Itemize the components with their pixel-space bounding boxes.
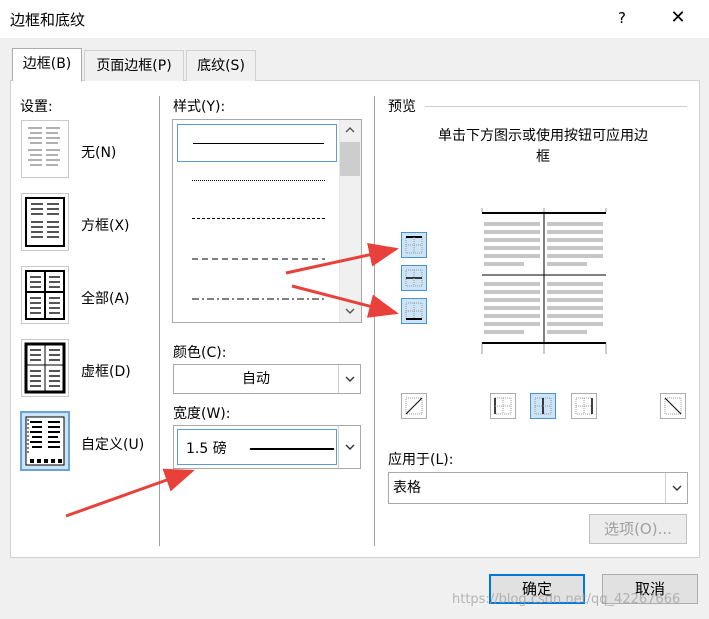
setting-all-label[interactable]: 全部(A) <box>81 288 130 308</box>
tab-shading[interactable]: 底纹(S) <box>186 50 256 81</box>
setting-grid-label[interactable]: 虚框(D) <box>81 361 131 381</box>
width-dropdown[interactable]: 1.5 磅 <box>173 425 361 469</box>
width-label: 宽度(W): <box>173 406 231 422</box>
tab-borders[interactable]: 边框(B) <box>12 48 82 81</box>
chevron-down-icon[interactable] <box>665 473 687 503</box>
scroll-thumb[interactable] <box>340 142 360 176</box>
preview-rule <box>425 106 687 107</box>
top-border-icon[interactable] <box>401 232 427 258</box>
left-border-icon[interactable] <box>490 393 516 419</box>
preview-instruction: 单击下方图示或使用按钮可应用边框 <box>438 128 648 165</box>
setting-none-label[interactable]: 无(N) <box>81 142 116 162</box>
style-list[interactable] <box>172 119 362 323</box>
diagonal-down-icon[interactable] <box>401 393 427 419</box>
apply-to-label: 应用于(L): <box>388 452 454 468</box>
color-dropdown[interactable]: 自动 <box>173 364 361 394</box>
apply-to-dropdown[interactable]: 表格 <box>388 472 688 504</box>
setting-heading: 设置: <box>20 99 53 115</box>
apply-to-value: 表格 <box>393 480 421 496</box>
color-label: 颜色(C): <box>173 345 227 361</box>
inside-vertical-border-icon[interactable] <box>530 393 556 419</box>
right-border-icon[interactable] <box>571 393 597 419</box>
diagonal-up-icon[interactable] <box>660 393 686 419</box>
style-label: 样式(Y): <box>173 99 226 115</box>
style-option-solid[interactable] <box>177 124 337 162</box>
preview-heading: 预览 <box>388 99 416 115</box>
options-button[interactable]: 选项(O)... <box>589 514 687 544</box>
preview-diagram[interactable] <box>480 208 610 354</box>
setting-box-icon[interactable] <box>21 193 69 251</box>
dialog-title: 边框和底纹 <box>10 11 86 29</box>
width-value: 1.5 磅 <box>186 441 227 457</box>
scroll-down-icon[interactable] <box>340 303 360 319</box>
help-button[interactable]: ? <box>606 2 638 34</box>
style-option-dashed[interactable] <box>177 240 337 278</box>
bottom-border-icon[interactable] <box>401 298 427 324</box>
separator <box>374 96 375 546</box>
chevron-down-icon[interactable] <box>338 426 360 468</box>
close-button[interactable]: ✕ <box>660 2 696 34</box>
tab-page-borders[interactable]: 页面边框(P) <box>84 50 184 81</box>
scroll-up-icon[interactable] <box>340 122 360 138</box>
inside-horizontal-border-icon[interactable] <box>401 265 427 291</box>
style-option-dash-dot[interactable] <box>177 280 337 318</box>
watermark-text: https://blog.csdn.net/qq_42267666 <box>452 592 681 607</box>
style-option-dotted[interactable] <box>177 162 337 200</box>
separator <box>159 96 160 546</box>
width-selection: 1.5 磅 <box>177 429 337 465</box>
setting-custom-icon[interactable] <box>20 411 70 471</box>
chevron-down-icon[interactable] <box>338 365 360 393</box>
setting-box-label[interactable]: 方框(X) <box>81 215 130 235</box>
color-value: 自动 <box>242 371 270 387</box>
setting-all-icon[interactable] <box>21 266 69 324</box>
title-bar <box>0 0 709 38</box>
setting-custom-label[interactable]: 自定义(U) <box>81 434 144 454</box>
width-line-sample <box>250 448 334 450</box>
style-option-dashed-fine[interactable] <box>177 200 337 238</box>
setting-grid-icon[interactable] <box>21 339 69 397</box>
setting-none-icon[interactable] <box>21 120 69 178</box>
